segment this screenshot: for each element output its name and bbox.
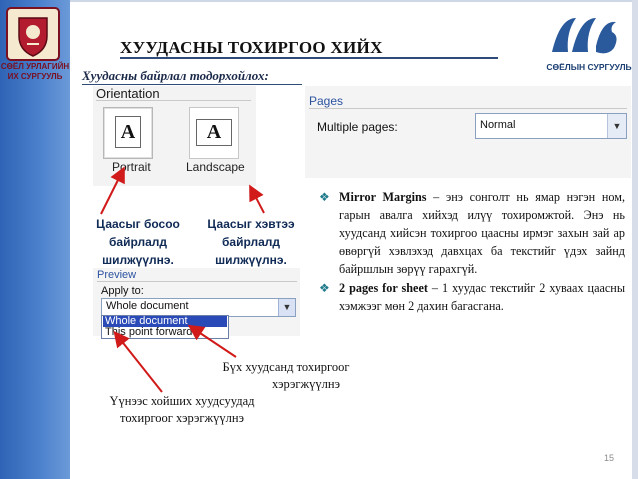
whole-document-arrow [187,324,237,358]
this-point-forward-arrow [113,330,163,393]
portrait-arrow [100,166,125,215]
page-number: 15 [604,453,615,463]
landscape-arrow [249,184,265,214]
annotation-arrows [100,166,265,393]
